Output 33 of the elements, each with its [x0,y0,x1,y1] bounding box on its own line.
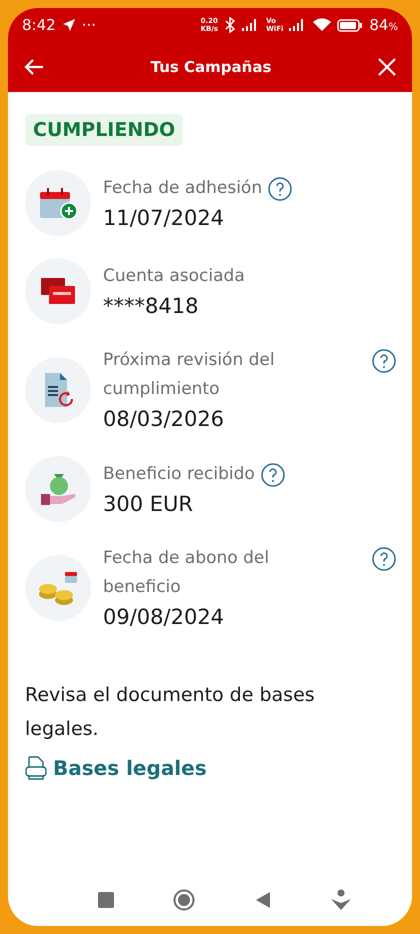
help-icon[interactable] [372,547,396,571]
wifi-icon [313,18,332,32]
home-icon[interactable] [173,889,196,911]
legal-link[interactable]: Bases legales [25,756,207,780]
coins-calendar-icon [37,570,79,606]
help-icon[interactable] [372,349,396,373]
battery-percentage: 84% [369,16,398,34]
back-icon[interactable] [254,891,271,909]
field-value: 300 EUR [103,490,194,518]
assistant-icon[interactable] [330,889,352,911]
screen-title: Tus Campañas [150,58,272,76]
field-value: 11/07/2024 [103,204,226,232]
bluetooth-icon [224,17,236,33]
clock: 8:42 [22,16,56,34]
recents-icon[interactable] [98,892,114,908]
field-label: Beneficio recibido [103,462,255,486]
field-label: Cuenta asociada [103,264,245,288]
send-icon [62,18,76,32]
cards-icon [40,276,76,306]
battery-icon [337,18,364,32]
field-value: 09/08/2024 [103,604,226,631]
field-label: Fecha de adhesión [103,176,262,200]
help-icon[interactable] [260,462,285,486]
field-label: Próxima revisión del cumplimiento [103,349,276,401]
calendar-add-icon [38,186,78,220]
help-icon[interactable] [268,176,292,200]
legal-text: Revisa el documento de bases legales. [25,683,316,742]
more-notifications: ··· [82,16,96,34]
field-value: ****8418 [103,292,200,320]
status-badge: CUMPLIENDO [25,114,184,146]
field-value: 08/03/2026 [103,406,226,433]
field-label: Fecha de abono del beneficio [103,547,270,599]
close-icon [376,56,398,78]
